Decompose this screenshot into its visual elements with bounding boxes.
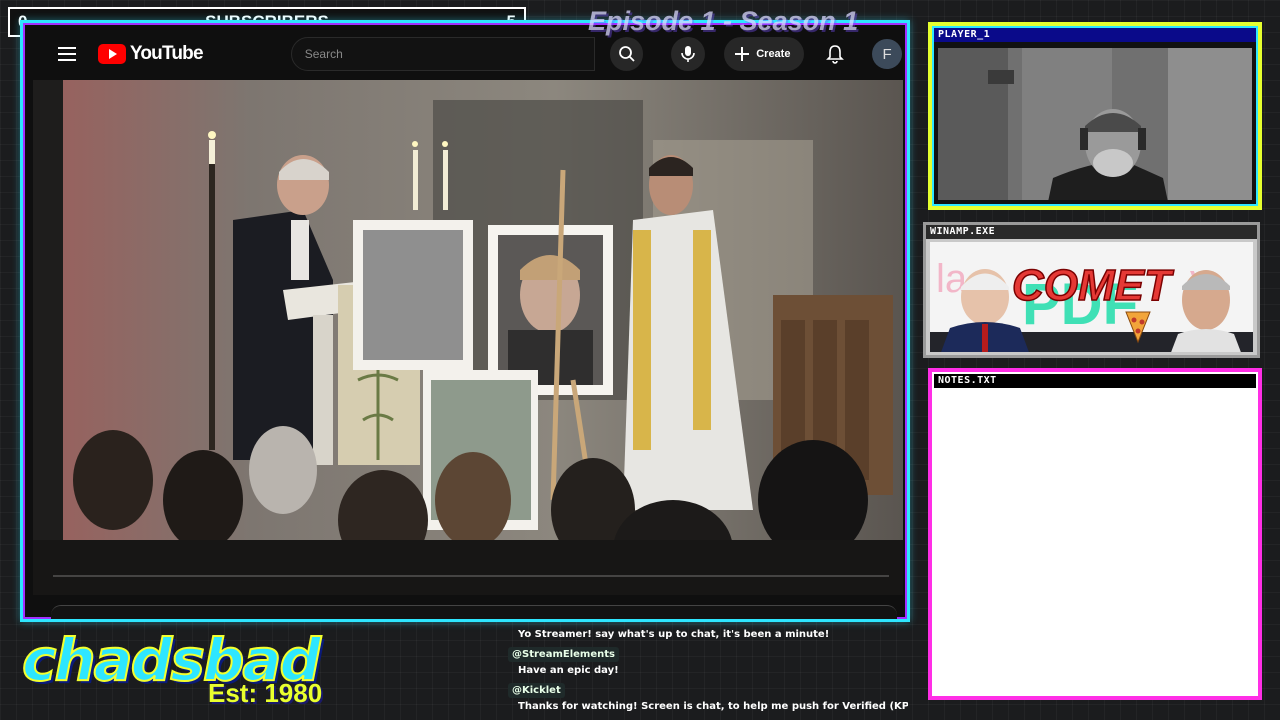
hamburger-menu-icon[interactable] [58,47,76,61]
plus-icon [735,47,750,61]
chat-message: Thanks for watching! Screen is chat, to … [518,701,908,712]
create-button[interactable]: Create [724,37,805,71]
video-player[interactable] [33,80,903,595]
create-label: Create [756,48,791,60]
chat-message: Have an epic day! [518,665,619,676]
notes-panel-title: NOTES.TXT [934,374,1256,388]
search-button[interactable] [609,37,644,71]
youtube-logo[interactable]: YouTube [97,43,204,65]
voice-search-button[interactable] [671,37,706,71]
youtube-play-icon [97,44,126,64]
search-icon [618,46,635,62]
player-panel-title: PLAYER_1 [934,28,1256,42]
notifications-button[interactable] [818,37,852,71]
chat-message: Yo Streamer! say what's up to chat, it's… [518,629,830,640]
youtube-logo-text: YouTube [129,43,204,64]
comet-art-text: COMET [1012,261,1174,310]
below-video-edge [51,605,897,619]
player-webcam-panel: PLAYER_1 [928,22,1262,210]
chat-username-row: @StreamElements [508,644,908,662]
main-video-frame: YouTube Search Create F [20,20,910,622]
channel-logo: chadsbad Est: 1980 [21,625,362,716]
chat-overlay: Yo Streamer! say what's up to chat, it's… [508,626,908,720]
chat-username-row: @Kicklet [508,680,908,698]
webcam-feed [938,48,1252,200]
winamp-panel: WINAMP.EXE la y PDF COMET [923,222,1260,358]
winamp-panel-title: WINAMP.EXE [926,225,1257,239]
winamp-visual: la y PDF COMET [930,242,1253,352]
channel-logo-est: Est: 1980 [208,678,323,708]
microphone-icon [681,46,696,62]
search-input[interactable]: Search [290,37,595,71]
video-frame-image [33,80,903,595]
chat-username: @Kicklet [508,683,565,698]
episode-title: Episode 1 - Season 1 [588,6,859,36]
winamp-meme-image: la y PDF COMET [930,242,1253,352]
notes-text-area[interactable] [936,392,1254,692]
search-placeholder: Search [304,47,343,61]
account-avatar[interactable]: F [872,39,903,69]
chat-username: @StreamElements [508,647,619,662]
webcam-image [938,48,1252,200]
video-progress-bar[interactable] [53,575,889,577]
bell-icon [826,45,845,64]
notes-panel: NOTES.TXT [928,368,1262,700]
